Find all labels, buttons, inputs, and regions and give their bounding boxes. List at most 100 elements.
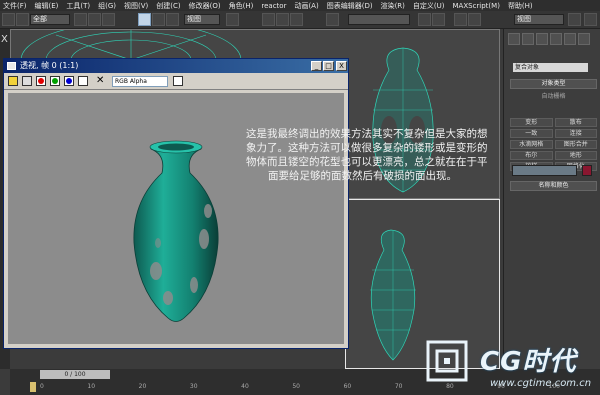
rotate-icon[interactable] [152, 13, 165, 26]
select-object-icon[interactable] [74, 13, 87, 26]
caption-line: 面要给足够的面数然后有破损的面出现。 [268, 170, 457, 182]
menu-animation[interactable]: 动画(A) [294, 1, 318, 11]
frame-counter[interactable]: 0 / 100 [40, 370, 110, 379]
align-icon[interactable] [418, 13, 431, 26]
scatter-button[interactable]: 散布 [554, 118, 597, 127]
command-tabs [508, 33, 598, 45]
reference-coord-select[interactable]: 视图 [184, 14, 220, 25]
caption-line: 物体而且镂空的花型也可以更漂亮，总之就在在于平 [246, 156, 488, 168]
tick-label: 40 [241, 383, 249, 390]
cgtime-logo-icon [426, 340, 468, 382]
minimize-button[interactable]: _ [311, 61, 322, 71]
redo-icon[interactable] [16, 13, 29, 26]
blue-channel-toggle[interactable] [64, 76, 74, 86]
rendered-frame-window: 透视, 帧 0 (1:1) _ □ X ✕ RGB Alpha [3, 58, 349, 349]
menu-views[interactable]: 视图(V) [124, 1, 148, 11]
render-teapot-icon[interactable] [584, 13, 597, 26]
teapot-icon [7, 62, 16, 70]
object-type-buttons: 变形 散布 一致 连接 水滴网格 图形合并 布尔 地形 放样 网格化 [510, 118, 597, 171]
connect-button[interactable]: 连接 [554, 129, 597, 138]
mirror-icon[interactable] [326, 13, 339, 26]
clear-icon[interactable]: ✕ [96, 76, 106, 86]
render-window-title: 透视, 帧 0 (1:1) [4, 59, 348, 73]
hierarchy-tab-icon[interactable] [536, 33, 548, 45]
close-icon[interactable]: X [1, 34, 8, 45]
tick-label: 10 [87, 383, 96, 390]
pivot-icon[interactable] [226, 13, 239, 26]
menu-graph-editors[interactable]: 图表编辑器(D) [327, 1, 373, 11]
object-category-dropdown[interactable]: 复合对象 [513, 63, 588, 72]
menu-group[interactable]: 组(G) [98, 1, 116, 11]
render-toolbar: ✕ RGB Alpha [4, 73, 348, 90]
motion-tab-icon[interactable] [550, 33, 562, 45]
modify-tab-icon[interactable] [522, 33, 534, 45]
close-button[interactable]: X [336, 61, 347, 71]
blue-channel-dot [66, 78, 72, 84]
caption-line: 象力了。这种方法可以做很多复杂的镂形或是变形的 [246, 142, 488, 154]
tick-label: 70 [394, 383, 403, 390]
angle-snap-icon[interactable] [276, 13, 289, 26]
tick-label: 30 [189, 383, 198, 390]
select-by-name-icon[interactable] [88, 13, 101, 26]
layer-icon[interactable] [432, 13, 445, 26]
tutorial-caption: 这是我最终调出的效果方法其实不复杂但是大家的想 象力了。这种方法可以做很多复杂的… [246, 127, 501, 183]
tick-label: 50 [292, 383, 300, 390]
menu-tools[interactable]: 工具(T) [66, 1, 90, 11]
tick-label: 60 [343, 383, 352, 390]
alpha-channel-toggle[interactable] [78, 76, 88, 86]
red-channel-toggle[interactable] [36, 76, 46, 86]
menu-reactor[interactable]: reactor [261, 2, 286, 10]
main-toolbar: 全部 视图 视图 [0, 11, 600, 29]
menu-character[interactable]: 角色(H) [229, 1, 254, 11]
menu-modifiers[interactable]: 修改器(O) [189, 1, 221, 11]
display-tab-icon[interactable] [564, 33, 576, 45]
command-panel: 复合对象 对象类型 自动栅格 变形 散布 一致 连接 水滴网格 图形合并 布尔 … [503, 29, 600, 369]
object-type-rollout[interactable]: 对象类型 [510, 79, 597, 89]
tick-label: 0 [40, 383, 44, 390]
channel-select[interactable]: RGB Alpha [112, 76, 168, 87]
render-setup-icon[interactable] [468, 13, 481, 26]
blobmesh-button[interactable]: 水滴网格 [510, 140, 553, 149]
menu-help[interactable]: 帮助(H) [508, 1, 533, 11]
boolean-button[interactable]: 布尔 [510, 151, 553, 160]
menu-rendering[interactable]: 渲染(R) [381, 1, 405, 11]
save-icon[interactable] [8, 76, 18, 86]
snap-icon[interactable] [262, 13, 275, 26]
morph-button[interactable]: 变形 [510, 118, 553, 127]
menu-customize[interactable]: 自定义(U) [413, 1, 445, 11]
red-channel-dot [38, 78, 44, 84]
selection-filter-select[interactable]: 全部 [30, 14, 70, 25]
material-editor-icon[interactable] [454, 13, 467, 26]
named-selection-select[interactable] [348, 14, 410, 25]
copy-icon[interactable] [22, 76, 32, 86]
green-channel-dot [52, 78, 58, 84]
object-name-field[interactable] [512, 165, 577, 176]
render-view-select[interactable]: 视图 [514, 14, 564, 25]
watermark: CG时代 www.cgtime.com.cn [424, 338, 600, 395]
move-icon[interactable] [138, 13, 151, 26]
auto-grid-checkbox[interactable]: 自动栅格 [510, 93, 597, 103]
caption-line: 这是我最终调出的效果方法其实不复杂但是大家的想 [246, 128, 488, 140]
watermark-title: CG时代 [480, 347, 577, 377]
background-swatch[interactable] [173, 76, 183, 86]
green-channel-toggle[interactable] [50, 76, 60, 86]
menu-file[interactable]: 文件(F) [3, 1, 27, 11]
object-color-swatch[interactable] [582, 165, 592, 176]
shapemerge-button[interactable]: 图形合并 [554, 140, 597, 149]
scale-icon[interactable] [166, 13, 179, 26]
terrain-button[interactable]: 地形 [554, 151, 597, 160]
maximize-button[interactable]: □ [323, 61, 334, 71]
percent-snap-icon[interactable] [290, 13, 303, 26]
name-color-rollout[interactable]: 名称和颜色 [510, 181, 597, 191]
create-tab-icon[interactable] [508, 33, 520, 45]
quick-render-icon[interactable] [568, 13, 581, 26]
utilities-tab-icon[interactable] [578, 33, 590, 45]
menu-create[interactable]: 创建(C) [156, 1, 180, 11]
rect-region-icon[interactable] [102, 13, 115, 26]
undo-icon[interactable] [2, 13, 15, 26]
key-marker[interactable] [30, 382, 36, 392]
menu-maxscript[interactable]: MAXScript(M) [453, 2, 500, 10]
watermark-url: www.cgtime.com.cn [490, 378, 592, 389]
menu-edit[interactable]: 编辑(E) [35, 1, 59, 11]
conform-button[interactable]: 一致 [510, 129, 553, 138]
